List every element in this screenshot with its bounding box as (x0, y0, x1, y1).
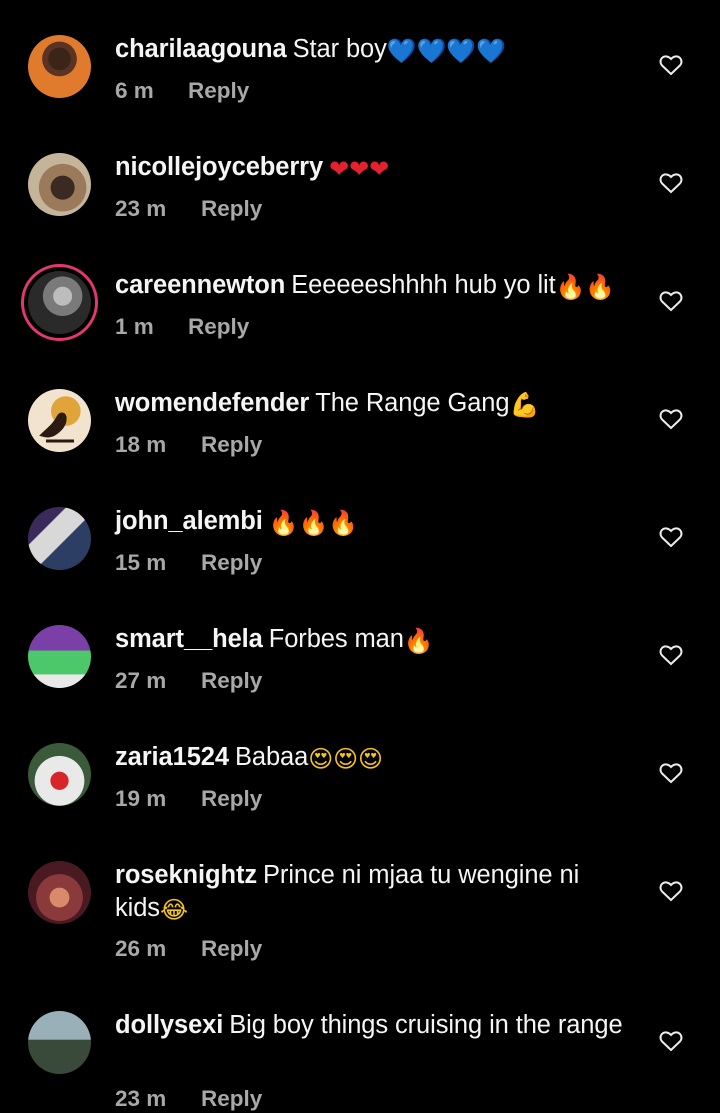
comment-emoji: 💪 (509, 391, 540, 419)
reply-button[interactable]: Reply (201, 550, 262, 575)
reply-button[interactable]: Reply (201, 936, 262, 961)
comment-meta: 6 m Reply (115, 77, 249, 105)
heart-outline-icon[interactable] (659, 172, 683, 194)
avatar[interactable] (28, 1011, 91, 1074)
comment-emoji: ❤❤❤ (329, 155, 390, 183)
comment-username[interactable]: womendefender (115, 389, 309, 417)
heart-outline-icon[interactable] (659, 880, 683, 902)
comment-emoji: 😂 (159, 896, 188, 924)
reply-button[interactable]: Reply (201, 786, 262, 811)
comment-text-block: dollysexi Big boy things cruising in the … (115, 1009, 625, 1042)
logo-silhouette (39, 412, 74, 443)
reply-button[interactable]: Reply (201, 432, 262, 457)
comment-meta: 27 m Reply (115, 667, 262, 695)
heart-outline-icon[interactable] (659, 1030, 683, 1052)
avatar[interactable] (28, 389, 91, 452)
comment-username[interactable]: dollysexi (115, 1011, 223, 1039)
comment-timestamp: 1 m (115, 314, 154, 339)
comment-username[interactable]: careennewton (115, 271, 285, 299)
avatar[interactable] (28, 625, 91, 688)
comment-text-block: john_alembi 🔥🔥🔥 (115, 505, 625, 538)
comment-text: Babaa (234, 743, 309, 771)
heart-outline-icon[interactable] (659, 290, 683, 312)
comment-emoji: 🔥🔥🔥 (268, 509, 359, 537)
reply-button[interactable]: Reply (188, 78, 249, 103)
comment-text: The Range Gang (315, 389, 510, 417)
comment-timestamp: 15 m (115, 550, 167, 575)
comment-text: Eeeeeeshhhh hub yo lit (291, 271, 556, 299)
comment-meta: 15 m Reply (115, 549, 262, 577)
comment-meta: 19 m Reply (115, 785, 262, 813)
comment-timestamp: 26 m (115, 936, 167, 961)
comment-text: Big boy things cruising in the range (229, 1011, 623, 1039)
reply-button[interactable]: Reply (201, 196, 262, 221)
comment-username[interactable]: nicollejoyceberry (115, 153, 323, 181)
comment-text-block: zaria1524 Babaa😍😍😍 (115, 741, 625, 774)
comment-username[interactable]: roseknightz (115, 861, 257, 889)
comment-meta: 26 m Reply (115, 935, 262, 963)
comment-text: Forbes man (268, 625, 404, 653)
comment-username[interactable]: smart__hela (115, 625, 263, 653)
comments-screen: { "comments": [ {"username": "charilaago… (0, 0, 720, 1111)
heart-outline-icon[interactable] (659, 644, 683, 666)
comment-emoji: 😍😍😍 (308, 745, 383, 773)
heart-outline-icon[interactable] (659, 54, 683, 76)
avatar[interactable] (28, 153, 91, 216)
avatar-story-ring[interactable] (21, 264, 98, 341)
comment-text-block: charilaagouna Star boy💙💙💙💙 (115, 33, 625, 66)
comment-timestamp: 6 m (115, 78, 154, 103)
comment-meta: 18 m Reply (115, 431, 262, 459)
reply-button[interactable]: Reply (201, 668, 262, 693)
avatar[interactable] (28, 507, 91, 570)
comment-timestamp: 27 m (115, 668, 167, 693)
comment-text-block: womendefender The Range Gang💪 (115, 387, 625, 420)
comment-meta: 1 m Reply (115, 313, 249, 341)
comment-username[interactable]: zaria1524 (115, 743, 229, 771)
comment-meta: 23 m Reply (115, 1085, 262, 1113)
comment-timestamp: 18 m (115, 432, 167, 457)
heart-outline-icon[interactable] (659, 408, 683, 430)
comment-emoji: 🔥 (403, 627, 434, 655)
heart-outline-icon[interactable] (659, 526, 683, 548)
comment-text-block: nicollejoyceberry ❤❤❤ (115, 151, 625, 184)
comment-text-block: careennewton Eeeeeeshhhh hub yo lit🔥🔥 (115, 269, 625, 302)
comment-text: Star boy (292, 35, 387, 63)
reply-button[interactable]: Reply (201, 1086, 262, 1111)
comment-timestamp: 23 m (115, 1086, 167, 1111)
comment-username[interactable]: charilaagouna (115, 35, 287, 63)
avatar (28, 271, 91, 334)
avatar[interactable] (28, 743, 91, 806)
comment-timestamp: 19 m (115, 786, 167, 811)
comment-timestamp: 23 m (115, 196, 167, 221)
comment-text-block: smart__hela Forbes man🔥 (115, 623, 625, 656)
comment-emoji: 💙💙💙💙 (386, 37, 506, 65)
comment-emoji: 🔥🔥 (555, 273, 616, 301)
avatar[interactable] (28, 35, 91, 98)
avatar[interactable] (28, 861, 91, 924)
comment-username[interactable]: john_alembi (115, 507, 263, 535)
comment-text-block: roseknightz Prince ni mjaa tu wengine ni … (115, 859, 625, 925)
comment-meta: 23 m Reply (115, 195, 262, 223)
reply-button[interactable]: Reply (188, 314, 249, 339)
heart-outline-icon[interactable] (659, 762, 683, 784)
